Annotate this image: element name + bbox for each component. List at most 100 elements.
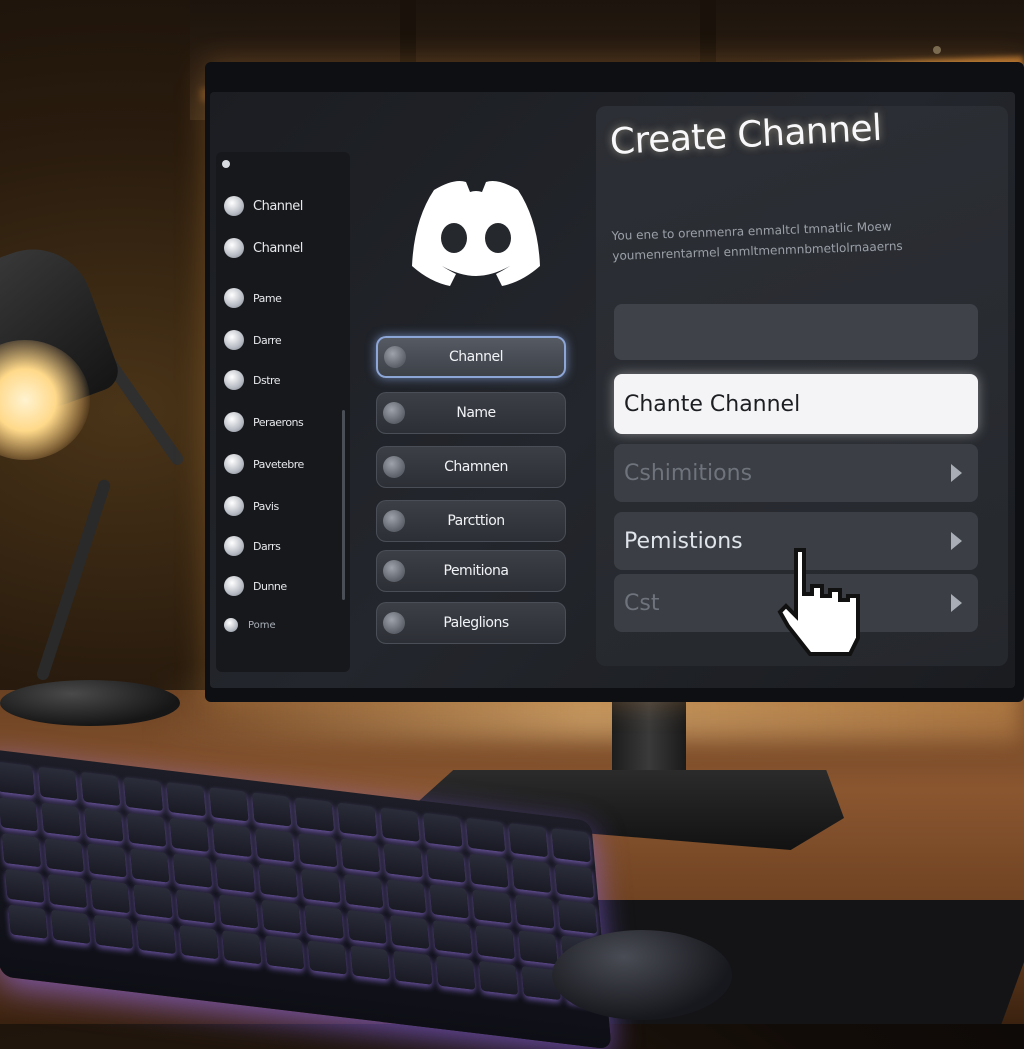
keyboard-key [47,873,88,909]
keyboard-key [0,797,38,832]
sidebar-item-9[interactable]: Darrs [224,536,281,556]
sidebar-item-label: Darre [253,333,282,347]
keyboard-key [90,879,130,914]
parcttion-button[interactable]: Parcttion [376,500,566,542]
keyboard-key [337,802,377,837]
keyboard-key [294,797,335,832]
keyboard-key [518,930,558,965]
keyboard-key [169,817,209,852]
option-permissions-1[interactable]: Cshimitions [614,444,978,502]
sidebar-item-7[interactable]: Pavetebre [224,454,304,474]
sidebar-item-label: Pavetebre [253,457,304,471]
keyboard-key [380,807,420,842]
channel-name-input[interactable] [614,304,978,360]
keyboard-key [136,919,176,955]
keyboard-key [469,853,509,888]
keyboard-key [393,950,433,985]
option-label: Cst [624,590,660,616]
sidebar-item-channel-1[interactable]: Channel [224,196,303,216]
keyboard-key [475,925,515,960]
keyboard-key [133,884,173,919]
paleglions-button[interactable]: Paleglions [376,602,566,644]
lamp-base [0,680,180,726]
sidebar-footer-label: Pome [248,619,276,631]
keyboard-key [215,858,255,893]
sidebar-item-4[interactable]: Darre [224,330,282,350]
sidebar-scrollbar[interactable] [342,410,345,600]
keyboard-key [50,909,91,944]
sidebar-item-label: Dstre [253,373,281,387]
keyboard-key [87,843,127,878]
button-label: Parcttion [447,513,505,529]
keyboard-key [44,838,84,873]
keyboard-key [179,925,219,960]
option-create-channel[interactable]: Chante Channel [614,374,978,434]
circle-icon [224,576,244,596]
circle-icon [224,412,244,432]
circle-icon [384,346,406,368]
server-icon [222,160,230,168]
keyboard-key [126,812,167,847]
keyboard-key [478,960,519,996]
sidebar-item-label: Darrs [253,539,281,553]
keyboard-key [347,909,387,944]
keyboard-key [0,761,35,796]
sidebar-item-6[interactable]: Peraerons [224,412,304,432]
indicator-dot [933,46,941,54]
keyboard-key [4,868,45,903]
keyboard-key [386,879,427,914]
keyboard-key [426,848,466,883]
discord-logo-icon [412,181,540,286]
button-label: Channel [449,349,503,365]
sidebar-footer[interactable]: Pome [224,618,276,632]
keyboard-key [212,822,252,858]
pemitiona-button[interactable]: Pemitiona [376,550,566,592]
circle-icon [383,612,405,634]
app-window: Channel Channel Pame Darre Dstre Peraero… [210,92,1015,688]
keyboard-key [38,766,78,801]
keyboard-key [465,817,506,853]
keyboard-key [343,874,384,909]
sidebar-item-channel-2[interactable]: Channel [224,238,303,258]
sidebar-item-3[interactable]: Pame [224,288,282,308]
sidebar-item-label: Pavis [253,499,279,513]
button-label: Chamnen [444,459,508,475]
keyboard-key [551,828,591,863]
keyboard-key [264,935,305,970]
keyboard-key [218,894,259,929]
sidebar-item-10[interactable]: Dunne [224,576,287,596]
keyboard-key [297,833,338,868]
keyboard-key [93,914,134,949]
circle-icon [224,330,244,350]
keyboard-key [251,792,292,827]
button-label: Pemitiona [443,563,509,579]
sidebar-item-8[interactable]: Pavis [224,496,279,516]
chamnen-button[interactable]: Chamnen [376,446,566,488]
circle-icon [224,196,244,216]
keyboard-key [429,884,469,919]
keyboard-key [432,919,473,955]
name-button[interactable]: Name [376,392,566,434]
keyboard-key [176,889,216,924]
keyboard-key [209,787,249,822]
circle-icon [224,496,244,516]
chevron-right-icon [951,532,962,550]
sidebar-item-5[interactable]: Dstre [224,370,281,390]
keyboard-key [84,807,124,842]
keyboard-key [554,863,594,899]
circle-icon [224,238,244,258]
keyboard-key [508,823,548,858]
keyboard-key [80,771,121,807]
sidebar-item-label: Channel [253,198,303,214]
option-label: Pemistions [624,528,743,554]
sidebar-item-label: Channel [253,240,303,256]
channel-button[interactable]: Channel [376,336,566,378]
option-label: Chante Channel [624,391,801,417]
option-label: Cshimitions [624,460,753,486]
keyboard-key [383,843,423,878]
keyboard-key [123,776,163,812]
keyboard-key [1,833,42,868]
circle-icon [224,370,244,390]
keyboard-key [435,955,476,990]
keyboard-key [304,904,344,939]
